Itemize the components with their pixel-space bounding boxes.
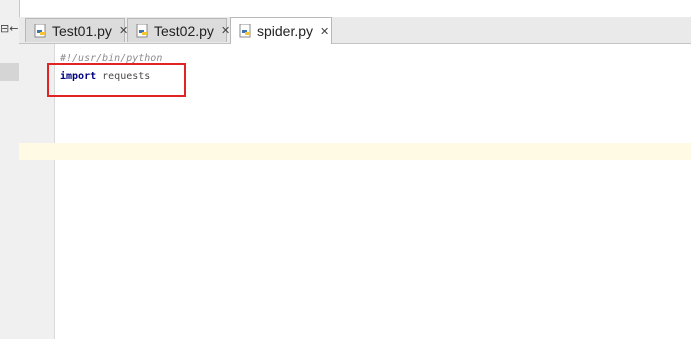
tab-label: Test02.py xyxy=(154,22,214,39)
tab-label: spider.py xyxy=(257,23,314,39)
python-file-icon xyxy=(34,23,48,38)
editor-tab-bar: Test01.py ✕ Test02.py ✕ spider.py ✕ xyxy=(19,17,691,44)
red-highlight-annotation xyxy=(47,63,186,97)
caret-row-highlight xyxy=(19,143,691,160)
tab-test01[interactable]: Test01.py ✕ xyxy=(25,18,128,42)
close-tab-icon[interactable]: ✕ xyxy=(221,24,230,37)
tab-spider[interactable]: spider.py ✕ xyxy=(230,17,332,44)
selected-row-band xyxy=(0,63,19,81)
collapse-panel-icon[interactable]: ⊟← xyxy=(0,20,18,38)
python-file-icon xyxy=(136,23,150,38)
tab-test02[interactable]: Test02.py ✕ xyxy=(127,18,230,42)
project-panel-strip: ⊟← xyxy=(0,0,20,339)
close-tab-icon[interactable]: ✕ xyxy=(320,25,329,38)
python-file-icon xyxy=(239,23,253,38)
tab-label: Test01.py xyxy=(52,22,112,39)
